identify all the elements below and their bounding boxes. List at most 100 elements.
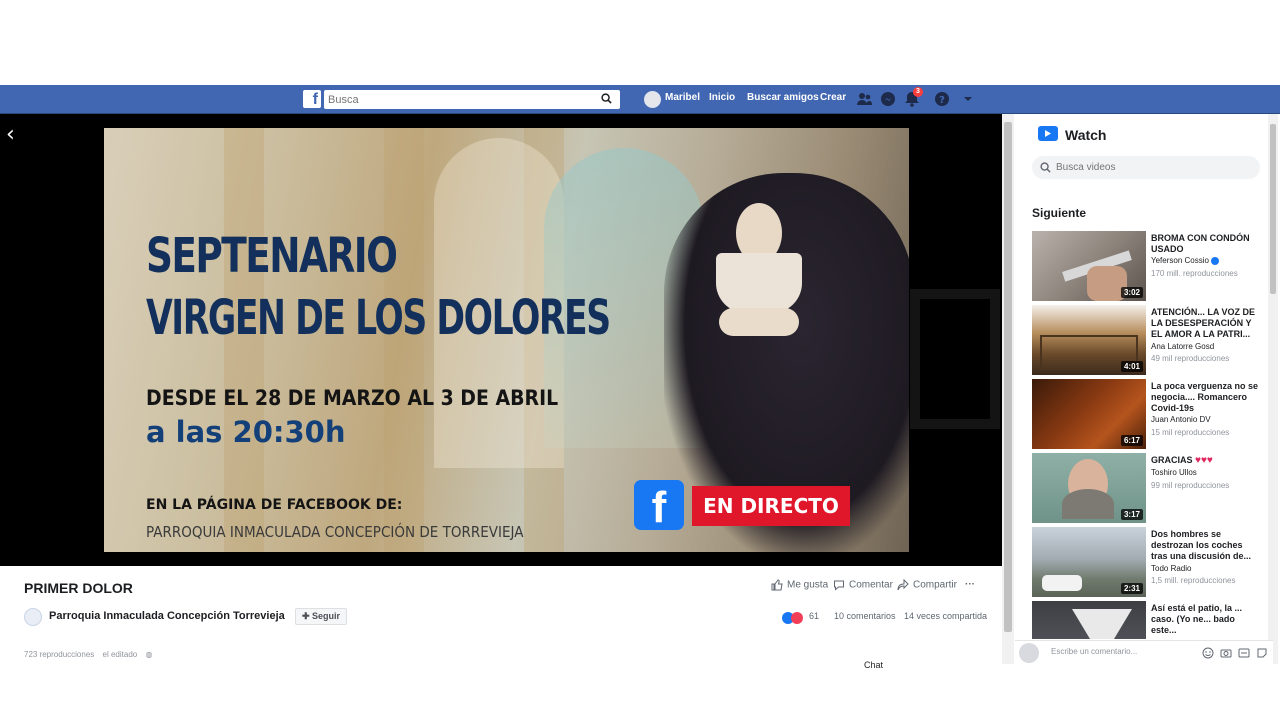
suggested-video-title[interactable]: BROMA CON CONDÓN USADO [1151, 233, 1261, 255]
channel-watermark-decor [910, 289, 1000, 429]
profile-avatar[interactable] [644, 91, 661, 108]
facebook-watch-page: f Maribel Inicio Buscar amigos Crear 3 [0, 0, 1280, 720]
suggested-video-title[interactable]: GRACIAS ♥♥♥ [1151, 455, 1261, 466]
event-parish-name: PARROQUIA INMACULADA CONCEPCIÓN DE TORRE… [146, 523, 524, 541]
like-icon [771, 579, 783, 591]
video-thumbnail[interactable]: 3:17 [1032, 453, 1146, 523]
verified-badge-icon [1210, 256, 1219, 265]
heart-emoji-icon: ♥♥♥ [1195, 455, 1213, 466]
video-duration: 2:31 [1120, 583, 1143, 594]
statue-collar-decor [716, 253, 802, 313]
follow-label: Seguir [312, 611, 341, 621]
suggested-video-author[interactable]: Ana Latorre Gosd [1151, 342, 1214, 351]
event-title-line2: VIRGEN DE LOS DOLORES [146, 290, 611, 346]
more-options-button[interactable]: ··· [965, 579, 975, 590]
watch-panel-scrollbar[interactable] [1268, 114, 1278, 664]
find-friends-link[interactable]: Buscar amigos [747, 92, 819, 103]
video-duration: 3:17 [1120, 509, 1143, 520]
camera-icon[interactable] [1220, 647, 1232, 659]
chat-tab[interactable]: Chat [864, 660, 883, 670]
comments-count-link[interactable]: 10 comentarios [834, 611, 896, 621]
video-thumbnail[interactable]: 2:31 [1032, 527, 1146, 597]
comment-label: Comentar [849, 579, 893, 591]
suggested-video-views: 170 mill. reproducciones [1151, 269, 1238, 278]
suggested-video-title[interactable]: Así está el patio, la ... caso. (Yo ne..… [1151, 603, 1260, 636]
shares-count-link[interactable]: 14 veces compartida [904, 611, 987, 621]
messenger-icon[interactable] [879, 90, 897, 108]
watch-search-box[interactable] [1032, 156, 1260, 179]
video-thumbnail[interactable]: 3:02 [1032, 231, 1146, 301]
watch-title: Watch [1065, 127, 1107, 143]
comment-input[interactable]: Escribe un comentario... [1051, 647, 1137, 656]
profile-link[interactable]: Maribel [665, 92, 700, 103]
friend-requests-icon[interactable] [855, 90, 873, 108]
suggested-video-author[interactable]: Juan Antonio DV [1151, 415, 1211, 424]
follow-button[interactable]: ✚ Seguir [295, 608, 348, 625]
suggested-video-title[interactable]: Dos hombres se destrozan los coches tras… [1151, 529, 1261, 562]
gif-icon[interactable] [1238, 647, 1250, 659]
comment-composer[interactable]: Escribe un comentario... [1015, 640, 1273, 666]
suggested-video-views: 15 mil reproducciones [1151, 428, 1230, 437]
page-avatar[interactable] [24, 608, 42, 626]
watch-search-input[interactable] [1056, 156, 1246, 179]
watch-search-icon [1040, 162, 1051, 173]
suggested-video-author[interactable]: Todo Radio [1151, 564, 1191, 573]
video-duration: 3:02 [1120, 287, 1143, 298]
suggested-video-author[interactable]: Toshiro Ullos [1151, 468, 1197, 477]
main-scrollbar-thumb[interactable] [1004, 122, 1012, 632]
home-link[interactable]: Inicio [709, 92, 735, 103]
suggested-video[interactable]: Así está el patio, la ... caso. (Yo ne..… [1032, 601, 1260, 639]
live-banner: EN DIRECTO [692, 486, 850, 526]
watch-panel-scrollbar-thumb[interactable] [1270, 124, 1276, 294]
reaction-count[interactable]: 61 [809, 611, 819, 621]
event-dates: DESDE EL 28 DE MARZO AL 3 DE ABRIL [146, 386, 559, 410]
search-input[interactable] [324, 90, 594, 110]
video-player[interactable]: ‹ SEPTENARIO VIRGEN DE LOS DOLORES DESDE… [0, 114, 1002, 566]
follow-icon: ✚ [302, 611, 313, 621]
account-menu-chevron-icon[interactable] [959, 90, 977, 108]
suggested-video[interactable]: 2:31 Dos hombres se destrozan los coches… [1032, 527, 1260, 597]
privacy-globe-icon: ◍ [145, 650, 153, 659]
create-link[interactable]: Crear [820, 92, 846, 103]
suggested-video[interactable]: 3:17 GRACIAS ♥♥♥ Toshiro Ullos 99 mil re… [1032, 453, 1260, 523]
search-box[interactable] [324, 90, 620, 110]
like-label: Me gusta [787, 579, 829, 591]
suggested-video-title-text: GRACIAS [1151, 455, 1193, 465]
facebook-logo[interactable]: f [303, 90, 321, 108]
share-button[interactable]: Compartir [897, 579, 957, 591]
video-thumbnail[interactable]: 4:01 [1032, 305, 1146, 375]
views-count: 723 reproducciones [24, 650, 95, 659]
suggested-video[interactable]: 6:17 La poca verguenza no se negocia....… [1032, 379, 1260, 449]
page-name-link[interactable]: Parroquia Inmaculada Concepción Torrevie… [49, 610, 285, 622]
suggested-video-title[interactable]: ATENCIÓN... LA VOZ DE LA DESESPERACIÓN Y… [1151, 307, 1261, 340]
svg-text:?: ? [939, 95, 945, 106]
video-thumbnail[interactable]: 6:17 [1032, 379, 1146, 449]
share-icon [897, 579, 909, 591]
up-next-heading: Siguiente [1032, 206, 1087, 220]
statue-hands-decor [719, 308, 799, 336]
suggested-video-title[interactable]: La poca verguenza no se negocia.... Roma… [1151, 381, 1261, 414]
like-button[interactable]: Me gusta [771, 579, 828, 591]
reactions-summary[interactable] [782, 609, 803, 627]
back-arrow-icon[interactable]: ‹ [6, 122, 15, 147]
event-page-intro: EN LA PÁGINA DE FACEBOOK DE: [146, 497, 403, 513]
love-reaction-icon [791, 611, 803, 624]
video-duration: 6:17 [1120, 435, 1143, 446]
video-thumbnail[interactable] [1032, 601, 1146, 639]
views-info: 723 reproducciones el editado ◍ [24, 650, 152, 659]
sticker-icon[interactable] [1256, 647, 1268, 659]
help-icon[interactable]: ? [933, 90, 951, 108]
commenter-avatar [1019, 643, 1039, 663]
thumbnail-decor [1072, 609, 1132, 639]
suggested-video[interactable]: 3:02 BROMA CON CONDÓN USADO Yeferson Cos… [1032, 231, 1260, 301]
search-icon[interactable] [601, 93, 612, 104]
main-scrollbar[interactable] [1002, 114, 1014, 664]
emoji-icon[interactable] [1202, 647, 1214, 659]
suggested-video-author[interactable]: Yeferson Cossio [1151, 256, 1219, 265]
suggested-video-views: 49 mil reproducciones [1151, 354, 1230, 363]
video-frame[interactable]: SEPTENARIO VIRGEN DE LOS DOLORES DESDE E… [104, 128, 909, 552]
suggested-video[interactable]: 4:01 ATENCIÓN... LA VOZ DE LA DESESPERAC… [1032, 305, 1260, 375]
facebook-live-logo-icon: f [634, 480, 684, 532]
suggested-video-views: 99 mil reproducciones [1151, 481, 1230, 490]
comment-button[interactable]: Comentar [833, 579, 893, 591]
